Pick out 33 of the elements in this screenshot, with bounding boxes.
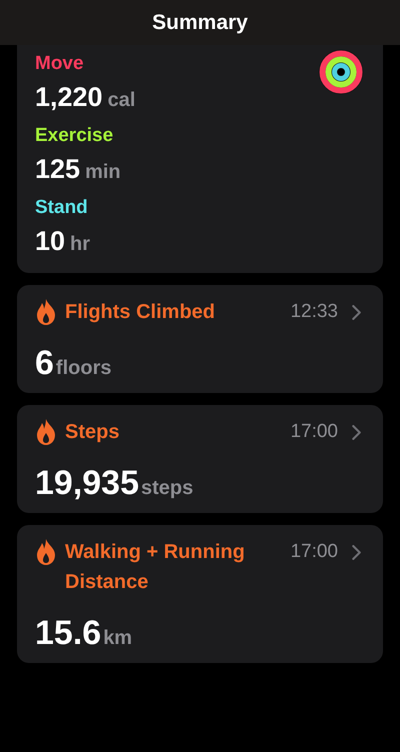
unit-label: cal	[108, 89, 136, 112]
metric-value: 15.6	[35, 613, 102, 654]
unit-label: min	[85, 161, 121, 184]
activity-label: Move	[35, 53, 85, 75]
metric-title: Steps	[65, 420, 120, 445]
chevron-icon	[352, 425, 361, 440]
metric-card[interactable]: Steps 17:00 19,935steps	[17, 405, 383, 513]
metric-card[interactable]: Walking + Running Distance 17:00 15.6 km	[17, 525, 383, 663]
time-label: 12:33	[290, 300, 338, 324]
activity-card[interactable]: Move 1,220 cal Exercise 125 min Stand 10 hr	[17, 45, 383, 273]
activity-value: 1,220	[35, 81, 103, 114]
metric-value: 19,935	[35, 463, 139, 504]
metric-value: 6	[35, 343, 54, 384]
flame-icon	[35, 299, 57, 325]
activity-value: 125	[35, 153, 80, 186]
unit-label: km	[103, 627, 132, 650]
chevron-icon	[352, 305, 361, 320]
unit-label: steps	[141, 477, 194, 500]
metric-card[interactable]: Flights Climbed 12:33 6floors	[17, 285, 383, 393]
activity-value: 10	[35, 225, 66, 258]
time-label: 17:00	[290, 540, 338, 564]
chevron-icon	[352, 545, 361, 560]
metric-title: Flights Climbed	[65, 300, 216, 325]
unit-label: hr	[70, 233, 90, 256]
activity-label: Exercise	[35, 125, 114, 147]
metric-title: Walking + Running Distance	[65, 540, 246, 595]
activity-rings-icon	[316, 47, 366, 97]
flame-icon	[35, 419, 57, 445]
activity-label: Stand	[35, 197, 89, 219]
time-label: 17:00	[290, 420, 338, 444]
unit-label: floors	[56, 357, 112, 380]
flame-icon	[35, 539, 57, 565]
screen-title: Summary	[152, 10, 248, 34]
